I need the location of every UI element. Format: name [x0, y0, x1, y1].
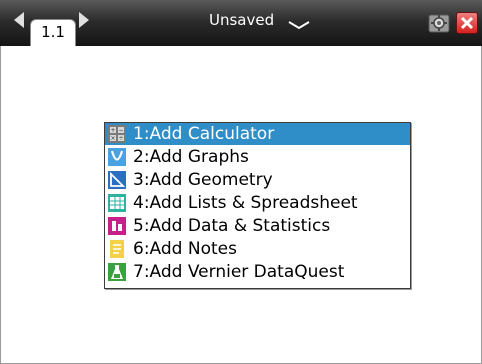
- add-application-menu: + − × ÷ 1:Add Calculator 2:Add Graphs 3:…: [104, 122, 411, 289]
- notes-icon: [110, 240, 124, 258]
- menu-item-add-data-statistics[interactable]: 5:Add Data & Statistics: [105, 215, 410, 237]
- menu-item-label: 3:Add Geometry: [133, 170, 273, 190]
- menu-item-label: 1:Add Calculator: [133, 124, 275, 144]
- menu-item-label: 7:Add Vernier DataQuest: [133, 262, 345, 282]
- close-button[interactable]: [456, 12, 478, 34]
- calculator-icon: + − × ÷: [108, 125, 126, 143]
- data-statistics-icon: [108, 217, 126, 235]
- vernier-dataquest-icon: [108, 263, 126, 281]
- svg-text:÷: ÷: [118, 135, 123, 142]
- geometry-icon: [108, 171, 126, 189]
- next-page-arrow-icon[interactable]: [79, 12, 89, 28]
- svg-text:+: +: [110, 127, 115, 134]
- close-icon: [460, 16, 474, 30]
- menu-item-label: 2:Add Graphs: [133, 147, 249, 167]
- document-title[interactable]: Unsaved: [209, 11, 274, 29]
- page-tab[interactable]: 1.1: [30, 19, 76, 48]
- title-bar: 1.1 Unsaved: [0, 0, 482, 48]
- previous-page-arrow-icon[interactable]: [14, 12, 24, 28]
- svg-text:×: ×: [110, 135, 115, 142]
- gear-icon[interactable]: [428, 12, 450, 34]
- menu-item-add-geometry[interactable]: 3:Add Geometry: [105, 169, 410, 191]
- menu-item-add-graphs[interactable]: 2:Add Graphs: [105, 146, 410, 168]
- menu-item-label: 5:Add Data & Statistics: [133, 216, 331, 236]
- menu-item-add-lists-spreadsheet[interactable]: 4:Add Lists & Spreadsheet: [105, 192, 410, 214]
- menu-item-label: 6:Add Notes: [133, 239, 237, 259]
- handheld-screen: 1.1 Unsaved + − × ÷ 1:Add Calculator 2:A…: [0, 0, 482, 364]
- spreadsheet-icon: [108, 194, 126, 212]
- menu-item-add-notes[interactable]: 6:Add Notes: [105, 238, 410, 260]
- menu-item-add-vernier-dataquest[interactable]: 7:Add Vernier DataQuest: [105, 261, 410, 283]
- graphs-icon: [108, 148, 126, 166]
- menu-item-label: 4:Add Lists & Spreadsheet: [133, 193, 358, 213]
- svg-text:−: −: [118, 127, 123, 134]
- menu-item-add-calculator[interactable]: + − × ÷ 1:Add Calculator: [105, 123, 410, 145]
- chevron-down-icon[interactable]: [287, 20, 311, 30]
